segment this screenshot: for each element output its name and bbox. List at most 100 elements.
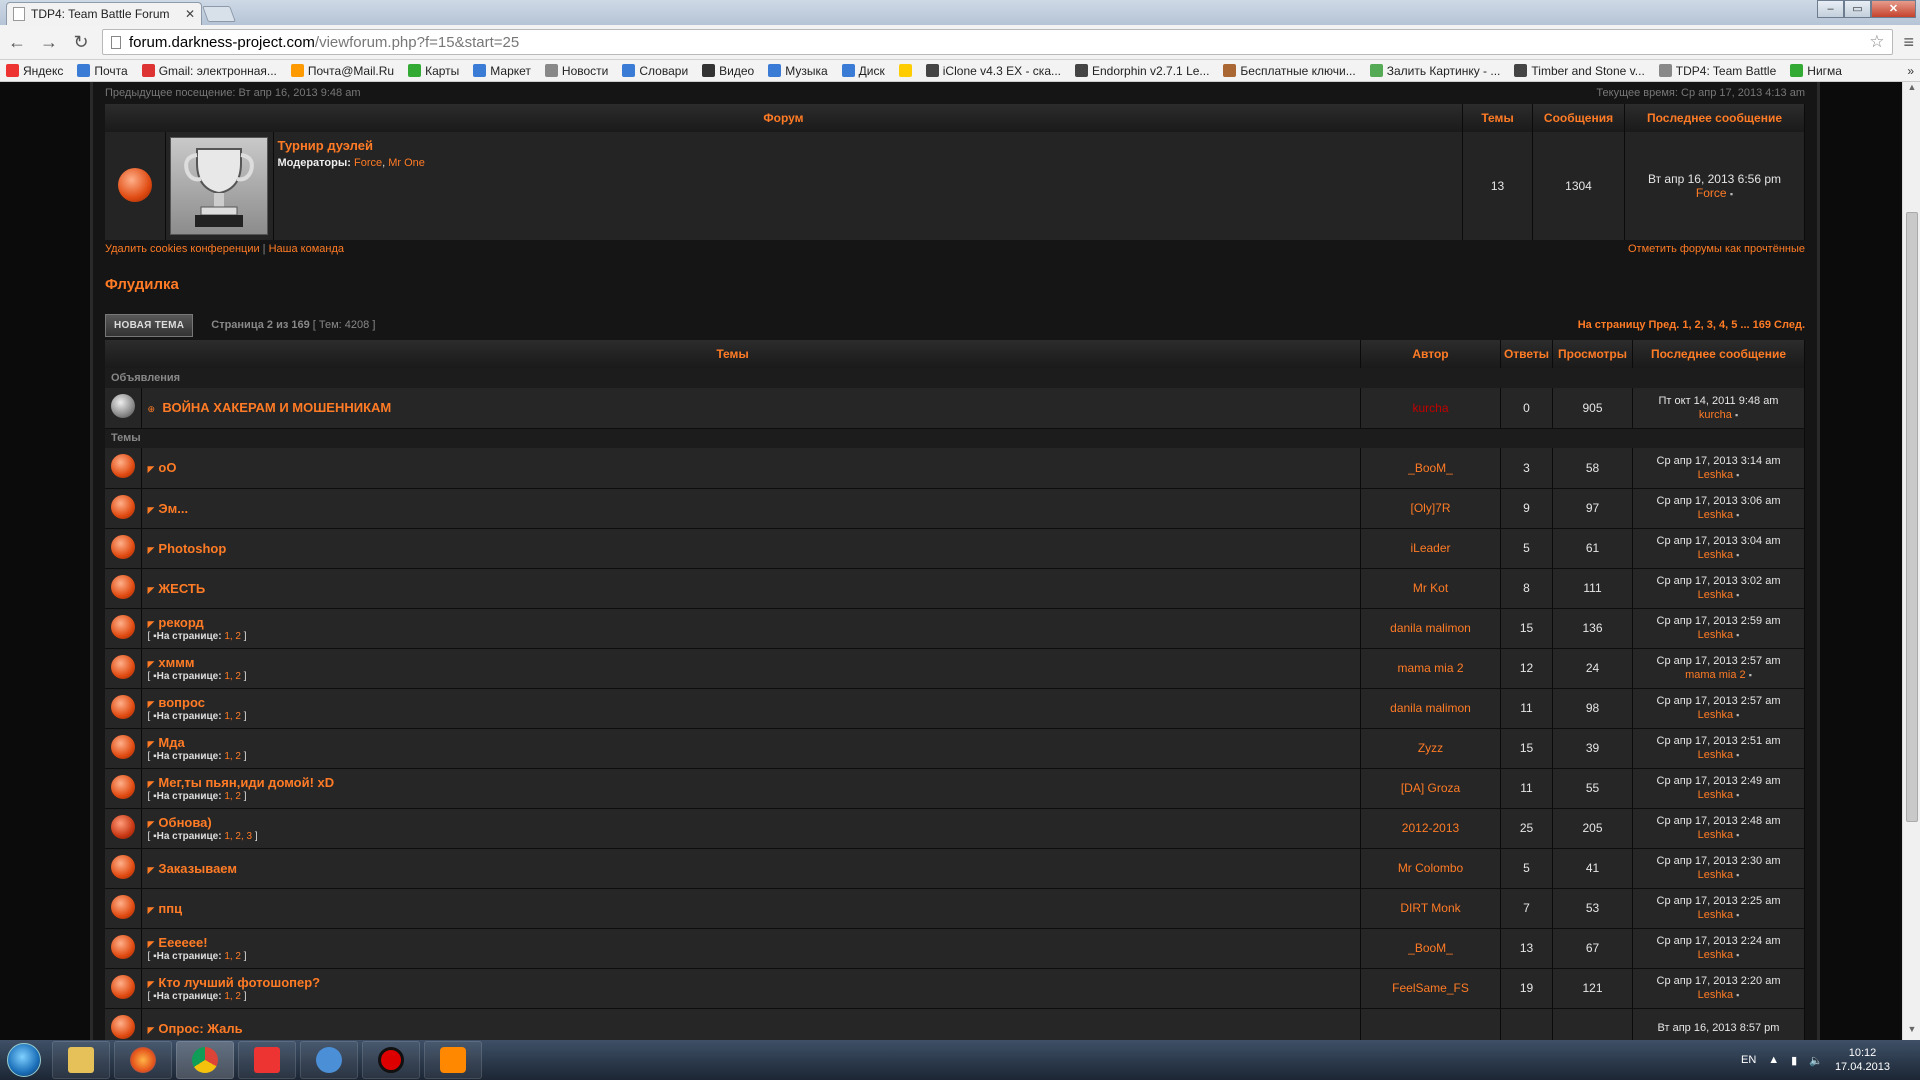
- mark-read-link[interactable]: Отметить форумы как прочтённые: [1628, 243, 1805, 255]
- topic-author[interactable]: iLeader: [1360, 528, 1501, 569]
- bookmark-item[interactable]: Яндекс: [6, 64, 63, 78]
- scroll-down-icon[interactable]: ▼: [1903, 1024, 1920, 1040]
- bookmark-item[interactable]: Новости: [544, 64, 608, 78]
- topic-title-link[interactable]: ЖЕСТЬ: [158, 581, 205, 596]
- topic-page-links[interactable]: 1, 2: [224, 671, 241, 682]
- record-taskbar-button[interactable]: [362, 1041, 420, 1079]
- topic-title-link[interactable]: вопрос: [158, 695, 205, 710]
- goto-post-icon[interactable]: ▪: [1736, 910, 1739, 920]
- start-button[interactable]: [0, 1040, 48, 1080]
- last-post-author[interactable]: kurcha: [1699, 409, 1732, 421]
- last-post-author[interactable]: Leshka: [1698, 589, 1733, 601]
- bookmark-item[interactable]: Endorphin v2.7.1 Le...: [1075, 64, 1209, 78]
- reload-icon[interactable]: ↻: [70, 31, 92, 53]
- last-post-author[interactable]: Leshka: [1698, 869, 1733, 881]
- back-arrow-icon[interactable]: ←: [6, 31, 28, 53]
- last-post-author[interactable]: Leshka: [1698, 829, 1733, 841]
- bookmark-item[interactable]: [898, 64, 912, 77]
- forum-title-link[interactable]: Турнир дуэлей: [278, 138, 1459, 153]
- bookmark-item[interactable]: Диск: [841, 64, 885, 78]
- section-title[interactable]: Флудилка: [105, 276, 1805, 298]
- last-post-author[interactable]: mama mia 2: [1685, 669, 1746, 681]
- forum-last-post-author[interactable]: Force: [1696, 186, 1727, 200]
- topic-page-links[interactable]: 1, 2: [224, 711, 241, 722]
- bookmark-item[interactable]: Карты: [408, 64, 459, 78]
- minimize-button[interactable]: –: [1817, 0, 1844, 18]
- new-topic-button[interactable]: НОВАЯ ТЕМА: [105, 313, 194, 337]
- last-post-author[interactable]: Leshka: [1698, 709, 1733, 721]
- last-post-author[interactable]: Leshka: [1698, 549, 1733, 561]
- bookmark-item[interactable]: TDP4: Team Battle: [1658, 64, 1776, 78]
- last-post-author[interactable]: Leshka: [1698, 989, 1733, 1001]
- goto-post-icon[interactable]: ▪: [1736, 550, 1739, 560]
- moderator-link[interactable]: Force: [354, 157, 382, 169]
- bookmark-item[interactable]: Нигма: [1790, 64, 1842, 78]
- last-post-author[interactable]: Leshka: [1698, 789, 1733, 801]
- last-post-author[interactable]: Leshka: [1698, 749, 1733, 761]
- topic-title-link[interactable]: Эм...: [158, 501, 188, 516]
- media-taskbar-button[interactable]: [424, 1041, 482, 1079]
- topic-page-links[interactable]: 1, 2: [224, 791, 241, 802]
- forward-arrow-icon[interactable]: →: [38, 31, 60, 53]
- topic-author[interactable]: mama mia 2: [1360, 648, 1501, 689]
- chrome-menu-icon[interactable]: ≡: [1903, 32, 1914, 53]
- topic-title-link[interactable]: Обнова): [158, 815, 211, 830]
- announcement-author[interactable]: kurcha: [1360, 388, 1501, 429]
- topic-author[interactable]: danila malimon: [1360, 608, 1501, 649]
- topic-author[interactable]: DIRT Monk: [1360, 888, 1501, 929]
- topic-title-link[interactable]: Photoshop: [158, 541, 226, 556]
- goto-post-icon[interactable]: ▪: [1736, 870, 1739, 880]
- goto-post-icon[interactable]: ▪: [1736, 710, 1739, 720]
- goto-post-icon[interactable]: ▪: [1736, 990, 1739, 1000]
- topic-title-link[interactable]: Мег,ты пьян,иди домой! xD: [158, 775, 334, 790]
- delete-cookies-link[interactable]: Удалить cookies конференции: [105, 243, 260, 255]
- moderator-link[interactable]: Mr One: [388, 157, 425, 169]
- volume-icon[interactable]: 🔈: [1809, 1054, 1823, 1067]
- bookmark-item[interactable]: Словари: [622, 64, 688, 78]
- goto-post-icon[interactable]: ▪: [1736, 590, 1739, 600]
- announcement-title-link[interactable]: ВОЙНА ХАКЕРАМ И МОШЕННИКАМ: [162, 400, 391, 415]
- scroll-up-icon[interactable]: ▲: [1903, 82, 1920, 98]
- goto-post-icon[interactable]: ▪: [1730, 189, 1733, 199]
- topic-title-link[interactable]: Заказываем: [158, 861, 237, 876]
- topic-author[interactable]: Mr Kot: [1360, 568, 1501, 609]
- goto-post-icon[interactable]: ▪: [1736, 510, 1739, 520]
- goto-post-icon[interactable]: ▪: [1736, 470, 1739, 480]
- bookmark-item[interactable]: Gmail: электронная...: [141, 64, 277, 78]
- close-tab-icon[interactable]: ✕: [185, 7, 195, 21]
- maximize-button[interactable]: ▭: [1844, 0, 1871, 18]
- topic-title-link[interactable]: рекорд: [158, 615, 203, 630]
- tray-arrow-icon[interactable]: ▲: [1768, 1054, 1779, 1066]
- chrome-taskbar-button[interactable]: [176, 1041, 234, 1079]
- topic-title-link[interactable]: Мда: [158, 735, 184, 750]
- topic-page-links[interactable]: 1, 2: [224, 751, 241, 762]
- bookmark-item[interactable]: Бесплатные ключи...: [1223, 64, 1356, 78]
- topic-title-link[interactable]: Кто лучший фотошопер?: [158, 975, 320, 990]
- language-indicator[interactable]: EN: [1741, 1054, 1756, 1066]
- goto-post-icon[interactable]: ▪: [1736, 630, 1739, 640]
- goto-post-icon[interactable]: ▪: [1736, 790, 1739, 800]
- topic-title-link[interactable]: хммм: [158, 655, 194, 670]
- topic-page-links[interactable]: 1, 2: [224, 631, 241, 642]
- address-bar[interactable]: forum.darkness-project.com/viewforum.php…: [102, 29, 1894, 55]
- bookmark-item[interactable]: Музыка: [768, 64, 828, 78]
- pagination[interactable]: На страницу Пред. 1, 2, 3, 4, 5 ... 169 …: [1578, 319, 1805, 331]
- topic-author[interactable]: _BooM_: [1360, 448, 1501, 489]
- close-window-button[interactable]: ✕: [1871, 0, 1916, 18]
- bookmarks-more[interactable]: »: [1907, 64, 1914, 78]
- bookmark-item[interactable]: Timber and Stone v...: [1514, 64, 1645, 78]
- goto-post-icon[interactable]: ▪: [1736, 750, 1739, 760]
- team-link[interactable]: Наша команда: [269, 243, 344, 255]
- topic-title-link[interactable]: Опрос: Жаль: [158, 1021, 242, 1036]
- audio-taskbar-button[interactable]: [300, 1041, 358, 1079]
- topic-author[interactable]: 2012-2013: [1360, 808, 1501, 849]
- topic-author[interactable]: [1360, 1008, 1501, 1040]
- goto-post-icon[interactable]: ▪: [1735, 410, 1738, 420]
- topic-author[interactable]: [Oly]7R: [1360, 488, 1501, 529]
- scrollbar-thumb[interactable]: [1906, 212, 1918, 822]
- last-post-author[interactable]: Leshka: [1698, 949, 1733, 961]
- last-post-author[interactable]: Leshka: [1698, 469, 1733, 481]
- last-post-author[interactable]: Leshka: [1698, 509, 1733, 521]
- topic-page-links[interactable]: 1, 2, 3: [224, 831, 252, 842]
- topic-author[interactable]: [DA] Groza: [1360, 768, 1501, 809]
